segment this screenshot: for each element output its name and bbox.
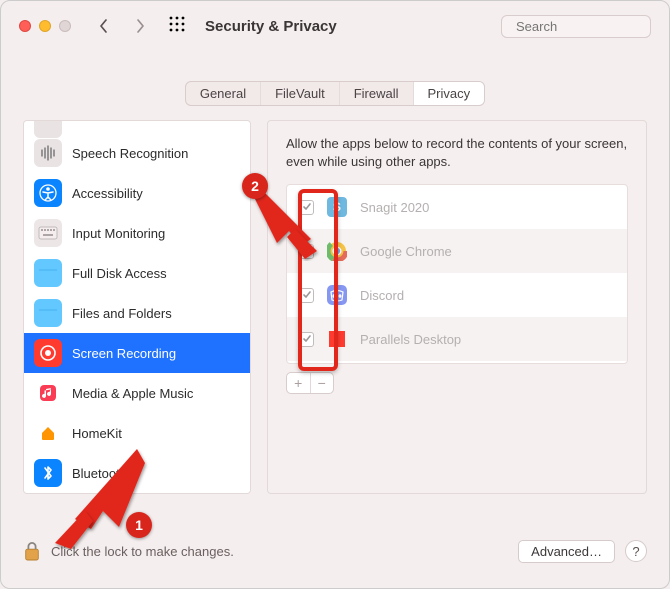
sidebar-item-label: Full Disk Access <box>72 266 167 281</box>
sidebar-item-label: Accessibility <box>72 186 143 201</box>
sidebar-item-screen-recording[interactable]: Screen Recording <box>24 333 250 373</box>
title-bar: Security & Privacy <box>1 1 669 51</box>
tab-filevault[interactable]: FileVault <box>261 82 340 105</box>
app-name-label: Snagit 2020 <box>360 200 429 215</box>
bt-icon <box>34 459 62 487</box>
sidebar-item-speech-recognition[interactable]: Speech Recognition <box>24 133 250 173</box>
search-input[interactable] <box>516 19 670 34</box>
sidebar-item-label: Bluetooth <box>72 466 127 481</box>
fullscreen-window-button[interactable] <box>59 20 71 32</box>
app-checkbox[interactable] <box>299 200 314 215</box>
sidebar-item-bluetooth[interactable]: Bluetooth <box>24 453 250 493</box>
show-all-button[interactable] <box>169 16 185 37</box>
target-icon <box>34 339 62 367</box>
permission-description: Allow the apps below to record the conte… <box>286 135 628 170</box>
sidebar-item-accessibility[interactable]: Accessibility <box>24 173 250 213</box>
sidebar-item-label: Speech Recognition <box>72 146 188 161</box>
tab-general[interactable]: General <box>186 82 261 105</box>
privacy-category-sidebar[interactable]: Speech Recognition Accessibility Input Mon… <box>23 120 251 494</box>
tab-firewall[interactable]: Firewall <box>340 82 414 105</box>
sidebar-item-media-apple-music[interactable]: Media & Apple Music <box>24 373 250 413</box>
sidebar-item-homekit[interactable]: HomeKit <box>24 413 250 453</box>
sidebar-item-full-disk-access[interactable]: Full Disk Access <box>24 253 250 293</box>
app-row-parallels-desktop[interactable]: Parallels Desktop <box>287 317 627 361</box>
app-checkbox[interactable] <box>299 288 314 303</box>
forward-button[interactable] <box>127 14 153 38</box>
sidebar-item-label: Screen Recording <box>72 346 176 361</box>
app-row-google-chrome[interactable]: Google Chrome <box>287 229 627 273</box>
help-button[interactable]: ? <box>625 540 647 562</box>
app-icon: S <box>324 194 350 220</box>
remove-app-button[interactable]: − <box>311 373 334 393</box>
right-pane: Allow the apps below to record the conte… <box>267 120 647 494</box>
minimize-window-button[interactable] <box>39 20 51 32</box>
folder-icon <box>34 259 62 287</box>
sidebar-item-label: HomeKit <box>72 426 122 441</box>
window-controls <box>19 20 71 32</box>
app-name-label: Discord <box>360 288 404 303</box>
sidebar-item-label: Files and Folders <box>72 306 172 321</box>
keyboard-icon <box>34 219 62 247</box>
search-field[interactable] <box>501 15 651 38</box>
back-button[interactable] <box>91 14 117 38</box>
grid-icon <box>169 16 185 32</box>
tabs-row: GeneralFileVaultFirewallPrivacy <box>1 51 669 120</box>
folder-icon <box>34 299 62 327</box>
home-icon <box>34 419 62 447</box>
app-permission-list[interactable]: S Snagit 2020 Google Chrome Discord Parallel… <box>286 184 628 364</box>
lock-hint-text: Click the lock to make changes. <box>51 544 234 559</box>
close-window-button[interactable] <box>19 20 31 32</box>
sidebar-item-label: Input Monitoring <box>72 226 165 241</box>
app-icon <box>324 326 350 352</box>
window-title: Security & Privacy <box>205 18 337 35</box>
advanced-button[interactable]: Advanced… <box>518 540 615 563</box>
footer: Click the lock to make changes. Advanced… <box>1 524 669 588</box>
app-name-label: Google Chrome <box>360 244 452 259</box>
sidebar-item-input-monitoring[interactable]: Input Monitoring <box>24 213 250 253</box>
lock-icon[interactable] <box>23 540 41 562</box>
app-icon <box>324 238 350 264</box>
app-checkbox[interactable] <box>299 244 314 259</box>
app-name-label: Parallels Desktop <box>360 332 461 347</box>
sidebar-item-files-and-folders[interactable]: Files and Folders <box>24 293 250 333</box>
app-icon <box>324 282 350 308</box>
app-row-discord[interactable]: Discord <box>287 273 627 317</box>
svg-text:S: S <box>333 200 341 214</box>
access-icon <box>34 179 62 207</box>
chevron-left-icon <box>98 18 110 34</box>
app-checkbox[interactable] <box>299 332 314 347</box>
chevron-right-icon <box>134 18 146 34</box>
add-remove-buttons: + − <box>286 372 334 394</box>
siri-icon <box>34 139 62 167</box>
music-icon <box>34 379 62 407</box>
app-row-snagit-2020[interactable]: S Snagit 2020 <box>287 185 627 229</box>
sidebar-item-label: Media & Apple Music <box>72 386 193 401</box>
add-app-button[interactable]: + <box>287 373 311 393</box>
sidebar-item-partial[interactable] <box>24 120 250 133</box>
tab-privacy[interactable]: Privacy <box>414 82 485 105</box>
